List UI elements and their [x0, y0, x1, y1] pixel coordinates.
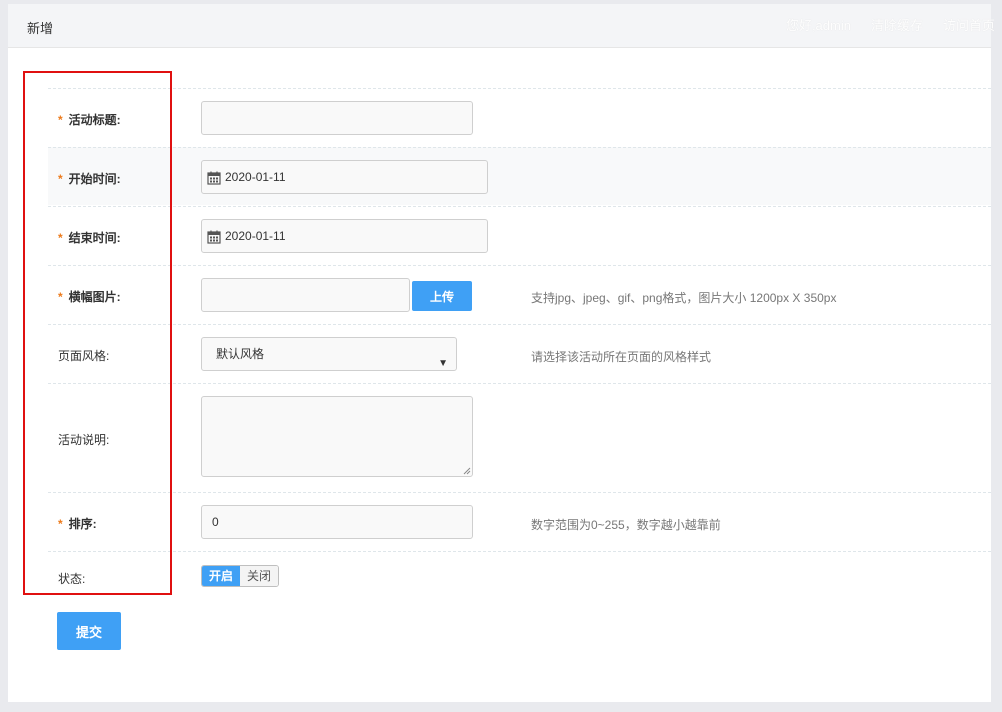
- form-row-status: 状态: 开启 关闭: [48, 551, 991, 599]
- form-row-description: 活动说明:: [48, 383, 991, 492]
- visit-home-link[interactable]: 访问首页: [943, 15, 995, 34]
- required-mark: *: [58, 517, 63, 531]
- form-row-banner: * 横幅图片: 上传 支持jpg、jpeg、gif、png格式，图片大小 1200…: [48, 265, 991, 323]
- chevron-down-icon: ▼: [438, 358, 448, 369]
- required-mark: *: [58, 113, 63, 127]
- calendar-icon: [207, 230, 221, 244]
- form-row-start-time: * 开始时间: 2020-01-11: [48, 147, 991, 205]
- required-mark: *: [58, 172, 63, 186]
- form-row-title: * 活动标题:: [48, 88, 991, 146]
- title-input[interactable]: [201, 101, 473, 135]
- end-time-label: * 结束时间:: [58, 231, 121, 245]
- user-greeting-link[interactable]: 您好,admin: [786, 15, 851, 34]
- sort-tip: 数字范围为0~255，数字越小越靠前: [531, 518, 721, 532]
- banner-tip: 支持jpg、jpeg、gif、png格式，图片大小 1200px X 350px: [531, 291, 837, 305]
- sort-input[interactable]: 0: [201, 505, 473, 539]
- title-label: * 活动标题:: [58, 113, 121, 127]
- end-time-input[interactable]: 2020-01-11: [201, 219, 488, 253]
- form-panel: 新增 您好,admin 清除缓存 访问首页 * 活动标题: * 开始时间: 2020…: [8, 4, 995, 702]
- status-label: 状态:: [58, 572, 86, 586]
- style-tip: 请选择该活动所在页面的风格样式: [531, 350, 712, 364]
- description-textarea[interactable]: [201, 396, 473, 477]
- resize-handle-icon[interactable]: [463, 467, 471, 475]
- status-on-option[interactable]: 开启: [202, 566, 241, 586]
- sort-label: * 排序:: [58, 517, 97, 531]
- status-toggle[interactable]: 开启 关闭: [201, 565, 280, 587]
- required-mark: *: [58, 290, 63, 304]
- calendar-icon: [207, 171, 221, 185]
- banner-label: * 横幅图片:: [58, 290, 121, 304]
- banner-input[interactable]: [201, 278, 410, 312]
- status-off-option[interactable]: 关闭: [240, 566, 279, 586]
- description-label: 活动说明:: [58, 433, 110, 447]
- submit-button[interactable]: 提交: [57, 612, 121, 650]
- form-row-style: 页面风格: 默认风格 ▼ 请选择该活动所在页面的风格样式: [48, 324, 991, 382]
- start-time-label: * 开始时间:: [58, 172, 121, 186]
- form-row-sort: * 排序: 0 数字范围为0~255，数字越小越靠前: [48, 492, 991, 550]
- end-time-value: 2020-01-11: [225, 229, 286, 243]
- page-title: 新增: [27, 21, 54, 36]
- required-mark: *: [58, 231, 63, 245]
- panel-header: 新增 您好,admin 清除缓存 访问首页: [8, 4, 995, 48]
- start-time-value: 2020-01-11: [225, 170, 286, 184]
- start-time-input[interactable]: 2020-01-11: [201, 160, 488, 194]
- upload-button[interactable]: 上传: [412, 281, 472, 311]
- sort-value: 0: [212, 515, 219, 529]
- clear-cache-link[interactable]: 清除缓存: [871, 15, 923, 34]
- style-label: 页面风格:: [58, 349, 110, 363]
- style-select-value: 默认风格: [216, 347, 265, 361]
- style-select[interactable]: 默认风格 ▼: [201, 337, 457, 371]
- header-links: 您好,admin 清除缓存 访问首页: [786, 15, 995, 34]
- form-row-end-time: * 结束时间: 2020-01-11: [48, 206, 991, 264]
